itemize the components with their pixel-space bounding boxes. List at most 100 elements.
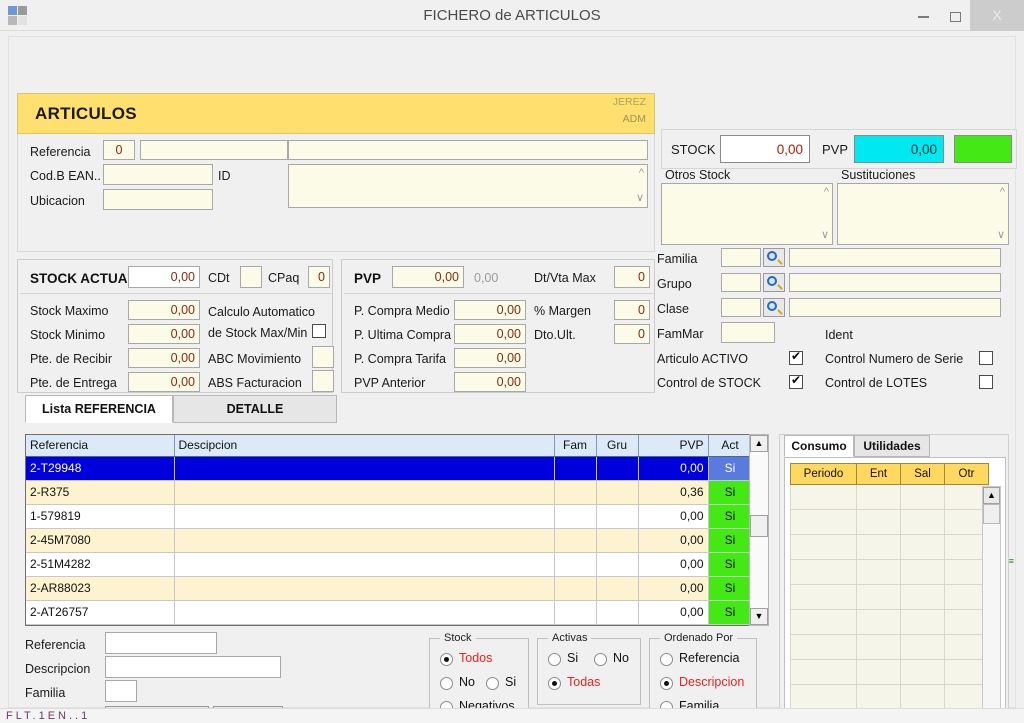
consumo-row[interactable] — [791, 510, 989, 535]
cell-pvp[interactable]: 0,00 — [638, 600, 708, 624]
cell-fam[interactable] — [554, 504, 596, 528]
cell-descripcion[interactable] — [174, 504, 554, 528]
cell-descripcion[interactable] — [174, 600, 554, 624]
dtvta-max-input[interactable]: 0 — [614, 266, 650, 288]
stock-minimo-input[interactable]: 0,00 — [128, 324, 200, 344]
referencia-id-input[interactable]: 0 — [103, 140, 135, 160]
radio-activas-todas-label[interactable]: Todas — [567, 675, 600, 689]
consumo-cell-sal[interactable] — [901, 560, 945, 585]
consumo-cell-ent[interactable] — [857, 560, 901, 585]
consumo-cell-sal[interactable] — [901, 610, 945, 635]
cell-descripcion[interactable] — [174, 456, 554, 480]
consumo-cell-periodo[interactable] — [791, 485, 857, 510]
chevron-up-icon[interactable]: ^ — [639, 168, 644, 179]
table-row[interactable]: 2-T299480,00Si — [26, 456, 752, 480]
abc-movimiento-input[interactable] — [312, 346, 334, 368]
consumo-row[interactable] — [791, 685, 989, 710]
cell-referencia[interactable]: 2-T29948 — [26, 456, 174, 480]
stock-strip-value[interactable]: 0,00 — [720, 135, 810, 163]
radio-stock-no[interactable] — [440, 677, 453, 690]
consumo-cell-sal[interactable] — [901, 635, 945, 660]
cell-act[interactable]: Si — [708, 480, 752, 504]
grupo-name-input[interactable] — [789, 273, 1001, 292]
cell-act[interactable]: Si — [708, 552, 752, 576]
consumo-cell-periodo[interactable] — [791, 635, 857, 660]
referencia-grid[interactable]: Referencia Descipcion Fam Gru PVP Act 2-… — [25, 434, 769, 626]
cdt-input[interactable] — [240, 266, 262, 288]
radio-activas-no[interactable] — [594, 653, 607, 666]
consumo-cell-ent[interactable] — [857, 685, 901, 710]
consumo-cell-ent[interactable] — [857, 535, 901, 560]
table-row[interactable]: 2-R3750,36Si — [26, 480, 752, 504]
cell-descripcion[interactable] — [174, 528, 554, 552]
grupo-search-icon[interactable] — [763, 273, 785, 292]
cell-descripcion[interactable] — [174, 480, 554, 504]
familia-search-icon[interactable] — [763, 248, 785, 267]
search-referencia-input[interactable] — [105, 632, 217, 654]
fammar-input[interactable] — [721, 322, 775, 343]
cell-gru[interactable] — [596, 456, 638, 480]
cell-pvp[interactable]: 0,00 — [638, 504, 708, 528]
cell-descripcion[interactable] — [174, 552, 554, 576]
cell-pvp[interactable]: 0,00 — [638, 456, 708, 480]
grid-col-referencia[interactable]: Referencia — [26, 435, 174, 456]
pte-entrega-input[interactable]: 0,00 — [128, 372, 200, 392]
scroll-up-icon[interactable]: ▲ — [750, 435, 768, 452]
radio-stock-todos-label[interactable]: Todos — [459, 651, 492, 665]
consumo-row[interactable] — [791, 560, 989, 585]
sustituciones-list[interactable]: ^ ∨ — [837, 183, 1009, 245]
chevron-down-icon[interactable]: ∨ — [997, 230, 1005, 241]
radio-stock-si[interactable] — [486, 677, 499, 690]
scroll-down-icon[interactable]: ▼ — [750, 608, 768, 625]
radio-orden-descripcion[interactable] — [660, 677, 673, 690]
consumo-cell-ent[interactable] — [857, 485, 901, 510]
cell-referencia[interactable]: 2-R375 — [26, 480, 174, 504]
p-compra-tarifa-input[interactable]: 0,00 — [454, 348, 526, 368]
table-row[interactable]: 2-51M42820,00Si — [26, 552, 752, 576]
familia-code-input[interactable] — [721, 248, 761, 267]
consumo-col-periodo[interactable]: Periodo — [791, 464, 857, 485]
pte-recibir-input[interactable]: 0,00 — [128, 348, 200, 368]
cell-pvp[interactable]: 0,00 — [638, 552, 708, 576]
consumo-cell-periodo[interactable] — [791, 610, 857, 635]
referencia-description-input[interactable] — [288, 140, 648, 160]
pvp-input[interactable]: 0,00 — [392, 266, 464, 288]
radio-activas-si-label[interactable]: Si — [567, 651, 578, 665]
grid-scrollbar[interactable]: ▲ ▼ — [749, 434, 769, 626]
radio-stock-si-label[interactable]: Si — [505, 675, 516, 689]
cell-referencia[interactable]: 2-45M7080 — [26, 528, 174, 552]
consumo-cell-sal[interactable] — [901, 585, 945, 610]
codb-ean-input[interactable] — [103, 164, 213, 185]
chevron-down-icon[interactable]: ∨ — [636, 193, 644, 204]
consumo-row[interactable] — [791, 585, 989, 610]
consumo-scrollbar[interactable]: ▲ ▼ — [982, 486, 1001, 723]
margen-input[interactable]: 0 — [614, 300, 650, 320]
consumo-cell-periodo[interactable] — [791, 660, 857, 685]
clase-search-icon[interactable] — [763, 298, 785, 317]
cpaq-input[interactable]: 0 — [308, 266, 330, 288]
radio-stock-no-label[interactable]: No — [459, 675, 475, 689]
stock-maximo-input[interactable]: 0,00 — [128, 300, 200, 320]
cell-act[interactable]: Si — [708, 600, 752, 624]
cell-gru[interactable] — [596, 576, 638, 600]
consumo-cell-periodo[interactable] — [791, 535, 857, 560]
stock-actual-input[interactable]: 0,00 — [128, 266, 200, 288]
dto-ult-input[interactable]: 0 — [614, 324, 650, 344]
cell-pvp[interactable]: 0,00 — [638, 528, 708, 552]
cell-gru[interactable] — [596, 600, 638, 624]
consumo-cell-periodo[interactable] — [791, 685, 857, 710]
consumo-row[interactable] — [791, 485, 989, 510]
chevron-down-icon[interactable]: ∨ — [821, 230, 829, 241]
consumo-cell-ent[interactable] — [857, 510, 901, 535]
articulo-activo-checkbox[interactable] — [789, 351, 803, 365]
radio-orden-referencia-label[interactable]: Referencia — [679, 651, 739, 665]
table-row[interactable]: 2-45M7080 0,00Si — [26, 528, 752, 552]
radio-orden-referencia[interactable] — [660, 653, 673, 666]
minimize-button[interactable] — [908, 0, 938, 31]
control-numero-serie-checkbox[interactable] — [979, 351, 993, 365]
abs-facturacion-input[interactable] — [312, 370, 334, 392]
cell-referencia[interactable]: 1-579819 — [26, 504, 174, 528]
radio-activas-todas[interactable] — [548, 677, 561, 690]
consumo-cell-periodo[interactable] — [791, 585, 857, 610]
cell-act[interactable]: Si — [708, 528, 752, 552]
